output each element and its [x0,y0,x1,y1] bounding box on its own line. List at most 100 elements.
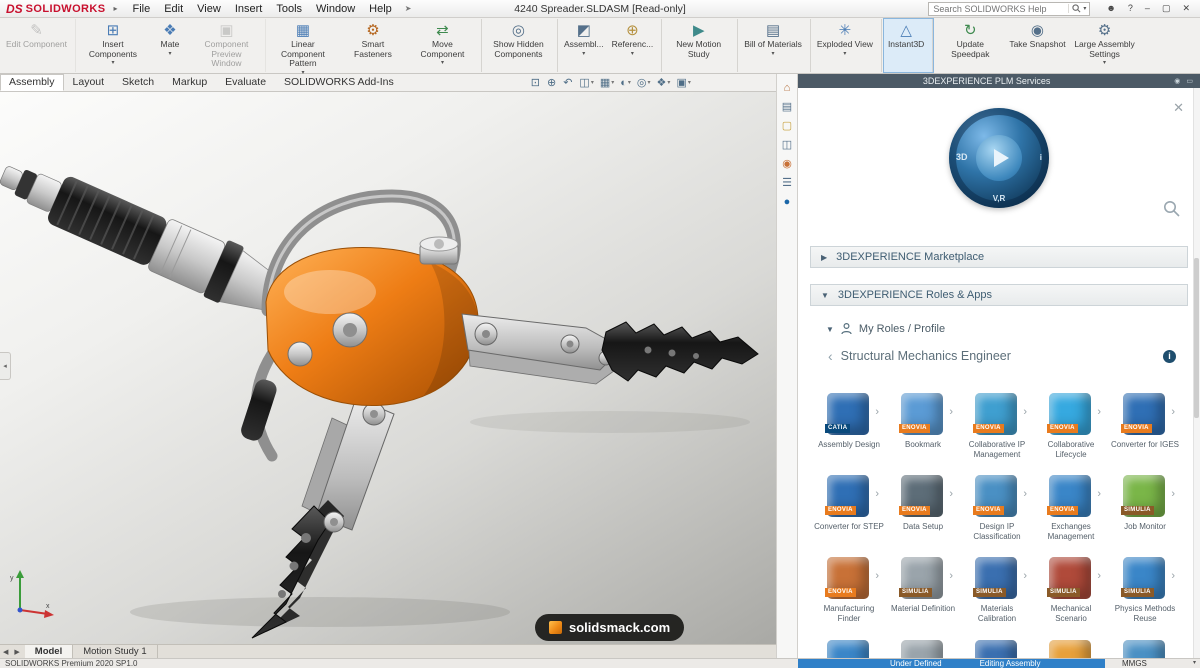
custom-properties-icon[interactable]: ☰ [782,177,792,189]
section-view-icon[interactable]: ◫ ▾ [579,76,593,89]
app-tile[interactable] [886,639,960,658]
app-tile[interactable] [812,639,886,658]
menu-item[interactable]: Tools [269,3,309,15]
panel-pin-icon[interactable]: ▭ [1183,77,1196,85]
statusbar-caret-icon[interactable]: ▾ [1193,659,1196,668]
tab-solidworks-add-ins[interactable]: SOLIDWORKS Add-Ins [275,74,403,91]
search-input[interactable] [929,3,1069,14]
panel-options-icon[interactable]: ◉ [1171,77,1183,85]
close-icon[interactable]: ✕ [1176,3,1196,14]
toolbar-expand-icon[interactable]: ▸ [105,4,125,13]
search-button[interactable]: ▾ [1068,4,1089,13]
menu-pin-icon[interactable]: ➤ [399,4,418,13]
display-style-icon[interactable]: ◐ ▾ [620,77,631,89]
ribbon-button-smart-fasteners[interactable]: ⚙ Smart Fasteners [338,19,408,72]
ribbon-button-exploded-view[interactable]: ✳ Exploded View ▾ [813,19,882,72]
app-tile[interactable]: ENOVIA › Collaborative IP Management [960,393,1034,459]
app-tile[interactable]: ENOVIA › Collaborative Lifecycle [1034,393,1108,459]
help-icon[interactable]: ? [1122,3,1139,14]
app-tile[interactable] [1034,639,1108,658]
menu-item[interactable]: Window [309,3,362,15]
app-tile[interactable]: ENOVIA › Data Setup [886,475,960,541]
appearances-icon[interactable]: ◉ [782,158,792,170]
ribbon-button-insert-components[interactable]: ⊞ Insert Components ▾ [78,19,148,72]
app-tile[interactable]: ENOVIA › Manufacturing Finder [812,557,886,623]
menu-item[interactable]: View [190,3,228,15]
my-roles-profile-row[interactable]: ▼ My Roles / Profile [826,321,1200,337]
units-selector[interactable]: MMGS [1122,659,1147,668]
app-tile[interactable]: SIMULIA › Material Definition [886,557,960,623]
apply-scene-icon[interactable]: ▣ ▾ [676,76,690,89]
ribbon-button-bill-of-materials[interactable]: ▤ Bill of Materials ▾ [740,19,811,72]
minimize-icon[interactable]: – [1139,3,1156,14]
tab-assembly[interactable]: Assembly [0,74,64,91]
info-icon[interactable]: i [1163,349,1176,363]
search-icon[interactable] [1163,200,1180,217]
tab-scroll-right-icon[interactable]: ▶ [11,645,22,658]
app-tile[interactable] [1108,639,1182,658]
ribbon-button-mate[interactable]: ❖ Mate ▾ [148,19,192,72]
ribbon-button-take-snapshot[interactable]: ◉ Take Snapshot [1005,19,1069,72]
3dexperience-compass[interactable]: 3D i V,R [949,108,1049,208]
graphics-viewport[interactable]: ◂ y x solidsmack.com [0,92,776,644]
account-icon[interactable]: ☻ [1100,3,1121,14]
command-tab-row: Assembly Layout Sketch Markup Evaluate SOLIDW… [0,74,776,92]
zoom-area-icon[interactable]: ⊕ [547,76,557,89]
ribbon-button-show-hidden-components[interactable]: ◎ Show Hidden Components [484,19,558,72]
ribbon-button-instant3d[interactable]: △ Instant3D [882,18,935,73]
menu-item[interactable]: File [125,3,157,15]
app-tile[interactable]: ENOVIA › Converter for IGES [1108,393,1182,459]
tab-scroll-left-icon[interactable]: ◀ [0,645,11,658]
app-tile[interactable] [960,639,1034,658]
menu-item[interactable]: Insert [228,3,270,15]
ribbon-button-edit-component[interactable]: ✎ Edit Component [2,19,76,72]
role-selector-row[interactable]: ‹ Structural Mechanics Engineer i [828,347,1176,365]
ribbon-button-update-speedpak[interactable]: ↻ Update Speedpak [935,19,1005,72]
3dexperience-marketplace-icon[interactable]: ● [784,196,791,208]
tab-model[interactable]: Model [24,645,74,658]
view-palette-icon[interactable]: ◫ [782,139,792,151]
ribbon-button-reference-geometry[interactable]: ⊕ Referenc... ▾ [608,19,663,72]
panel-scrollbar[interactable] [1193,88,1200,658]
app-tile[interactable]: ENOVIA › Design IP Classification [960,475,1034,541]
ribbon-button-assembly-features[interactable]: ◩ Assembl... ▾ [560,19,608,72]
menu-item[interactable]: Edit [157,3,190,15]
app-tile[interactable]: SIMULIA › Physics Methods Reuse [1108,557,1182,623]
hide-show-items-icon[interactable]: ◎ ▾ [637,76,651,89]
ribbon-button-component-preview-window[interactable]: ▣ Component Preview Window [192,19,266,72]
app-tile[interactable]: SIMULIA › Job Monitor [1108,475,1182,541]
edit-appearance-icon[interactable]: ❖ ▾ [657,76,671,89]
section-roles-apps[interactable]: ▼ 3DEXPERIENCE Roles & Apps [810,284,1188,306]
file-explorer-icon[interactable]: ▢ [782,120,792,132]
ribbon-button-label: New Motion Study [676,39,722,59]
section-marketplace[interactable]: ▶ 3DEXPERIENCE Marketplace [810,246,1188,268]
feature-manager-collapse-tab[interactable]: ◂ [0,352,11,380]
tab-evaluate[interactable]: Evaluate [216,74,275,91]
brand-badge: ENOVIA [1121,424,1152,433]
solidworks-resources-icon[interactable]: ⌂ [784,82,791,94]
zoom-fit-icon[interactable]: ⊡ [531,76,541,89]
help-search-box[interactable]: ▾ [928,1,1091,16]
app-tile[interactable]: SIMULIA › Mechanical Scenario [1034,557,1108,623]
previous-view-icon[interactable]: ↶ [563,76,573,89]
close-icon[interactable]: ✕ [1173,100,1184,116]
scrollbar-thumb[interactable] [1194,258,1199,418]
ribbon-button-linear-component-pattern[interactable]: ▦ Linear Component Pattern ▾ [268,19,338,76]
ribbon-button-icon: ⚙ [366,22,380,39]
app-tile[interactable]: ENOVIA › Converter for STEP [812,475,886,541]
app-tile[interactable]: SIMULIA › Materials Calibration [960,557,1034,623]
ribbon-button-new-motion-study[interactable]: ▶ New Motion Study [664,19,739,72]
tab-layout[interactable]: Layout [64,74,114,91]
maximize-icon[interactable]: ▢ [1156,3,1177,14]
ribbon-button-large-assembly-settings[interactable]: ⚙ Large Assembly Settings ▾ [1070,19,1140,72]
tab-markup[interactable]: Markup [163,74,216,91]
tab-motion-study-1[interactable]: Motion Study 1 [73,645,158,658]
app-tile[interactable]: ENOVIA › Bookmark [886,393,960,459]
design-library-icon[interactable]: ▤ [782,101,792,113]
app-tile[interactable]: ENOVIA › Exchanges Management [1034,475,1108,541]
menu-item[interactable]: Help [362,3,399,15]
app-tile[interactable]: CATIA › Assembly Design [812,393,886,459]
ribbon-button-move-component[interactable]: ⇄ Move Component ▾ [408,19,482,72]
view-orientation-icon[interactable]: ▦ ▾ [600,76,614,89]
tab-sketch[interactable]: Sketch [113,74,163,91]
